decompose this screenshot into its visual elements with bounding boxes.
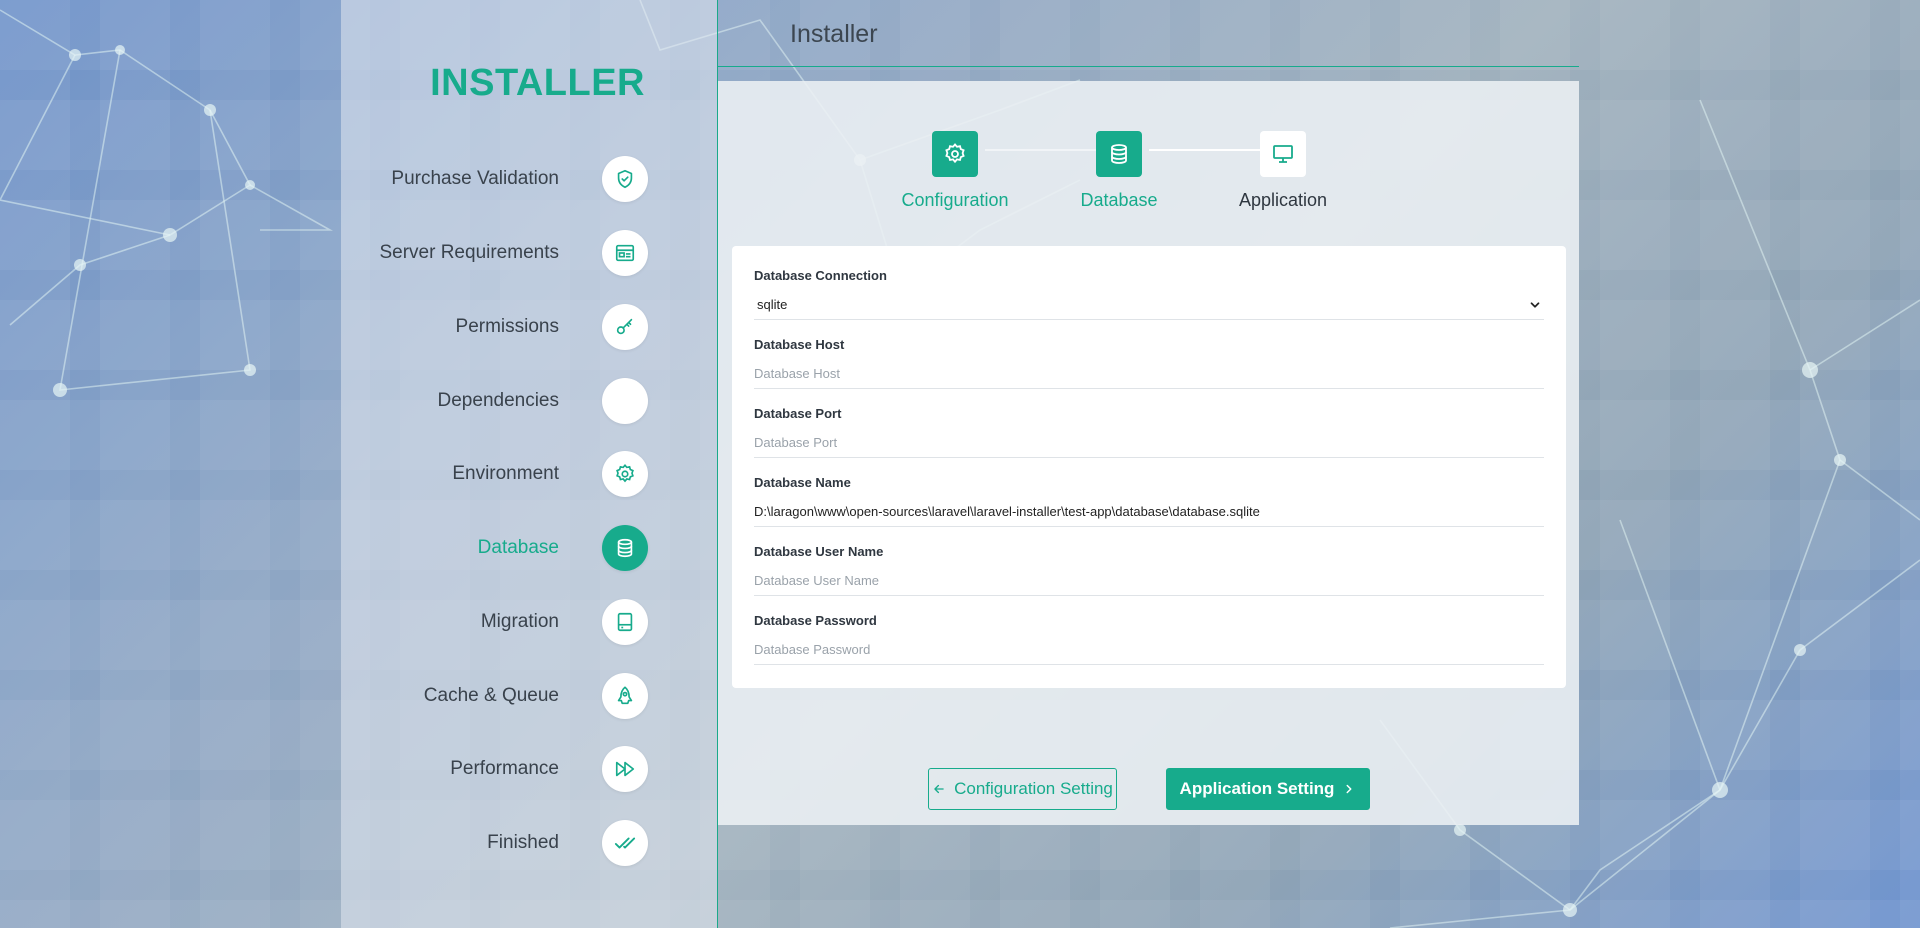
shield-check-icon [602, 156, 648, 202]
page-title: Installer [790, 20, 878, 48]
database-icon [602, 525, 648, 571]
sidebar-item-label: Environment [452, 463, 559, 484]
sidebar-item-finished[interactable]: Finished [487, 820, 648, 866]
step-label: Database [1080, 190, 1158, 210]
database-name-input[interactable] [754, 497, 1544, 527]
configuration-setting-button[interactable]: Configuration Setting [928, 768, 1117, 810]
sidebar-item-purchase-validation[interactable]: Purchase Validation [391, 156, 648, 202]
port-field: Database Port [754, 396, 1544, 465]
header-divider [718, 66, 1579, 67]
progress-steps: Configuration Database Application [718, 131, 1579, 221]
sidebar-item-label: Cache & Queue [423, 685, 559, 706]
key-icon [602, 304, 648, 350]
database-host-input[interactable] [754, 359, 1544, 389]
step-application[interactable]: Application [1213, 131, 1353, 211]
installer-sidebar: INSTALLER Purchase Validation Server Req… [341, 0, 718, 928]
sidebar-item-dependencies[interactable]: Dependencies [438, 378, 648, 424]
sidebar-item-label: Permissions [455, 316, 559, 337]
application-setting-button[interactable]: Application Setting [1166, 768, 1370, 810]
database-username-input[interactable] [754, 566, 1544, 596]
field-label: Database Password [754, 613, 877, 628]
sidebar-item-label: Finished [487, 832, 559, 853]
sidebar-item-server-requirements[interactable]: Server Requirements [379, 230, 648, 276]
host-field: Database Host [754, 327, 1544, 396]
brand-title: INSTALLER [430, 62, 645, 104]
sidebar-item-label: Purchase Validation [391, 168, 559, 189]
gear-icon [602, 451, 648, 497]
hard-drive-icon [602, 599, 648, 645]
name-field: Database Name [754, 465, 1544, 534]
sidebar-item-environment[interactable]: Environment [452, 451, 648, 497]
step-label: Configuration [901, 190, 1009, 210]
gear-icon [932, 131, 978, 177]
button-label: Configuration Setting [954, 779, 1113, 798]
chevron-right-icon [1346, 784, 1352, 794]
blank-icon [602, 378, 648, 424]
username-field: Database User Name [754, 534, 1544, 603]
step-label: Application [1238, 190, 1328, 210]
arrow-left-icon [934, 784, 944, 794]
monitor-icon [1260, 131, 1306, 177]
database-icon [1096, 131, 1142, 177]
rocket-icon [602, 673, 648, 719]
sidebar-item-cache-queue[interactable]: Cache & Queue [424, 673, 648, 719]
field-label: Database Port [754, 406, 842, 421]
sidebar-item-label: Database [477, 537, 559, 558]
database-connection-select[interactable]: sqlite [754, 290, 1544, 320]
database-setup-panel: Configuration Database Application Datab… [718, 81, 1579, 825]
database-port-input[interactable] [754, 428, 1544, 458]
sidebar-item-label: Dependencies [437, 390, 559, 411]
step-configuration[interactable]: Configuration [885, 131, 1025, 211]
sidebar-item-database[interactable]: Database [478, 525, 648, 571]
server-window-icon [602, 230, 648, 276]
chevron-down-icon [1530, 301, 1540, 308]
database-password-input[interactable] [754, 635, 1544, 665]
sidebar-item-label: Server Requirements [379, 242, 559, 263]
sidebar-item-permissions[interactable]: Permissions [456, 304, 648, 350]
step-database[interactable]: Database [1049, 131, 1189, 211]
sidebar-item-label: Performance [450, 758, 559, 779]
selected-value: sqlite [757, 297, 788, 312]
connection-field: Database Connection sqlite [754, 258, 1544, 327]
double-check-icon [602, 820, 648, 866]
fast-forward-icon [602, 746, 648, 792]
button-label: Application Setting [1179, 779, 1335, 798]
field-label: Database Host [754, 337, 845, 352]
sidebar-item-migration[interactable]: Migration [481, 599, 648, 645]
password-field: Database Password [754, 603, 1544, 672]
field-label: Database User Name [754, 544, 884, 559]
field-label: Database Name [754, 475, 851, 490]
field-label: Database Connection [754, 268, 887, 283]
sidebar-item-label: Migration [480, 611, 559, 632]
sidebar-item-performance[interactable]: Performance [450, 746, 648, 792]
database-form: Database Connection sqlite Database Host… [732, 246, 1566, 688]
